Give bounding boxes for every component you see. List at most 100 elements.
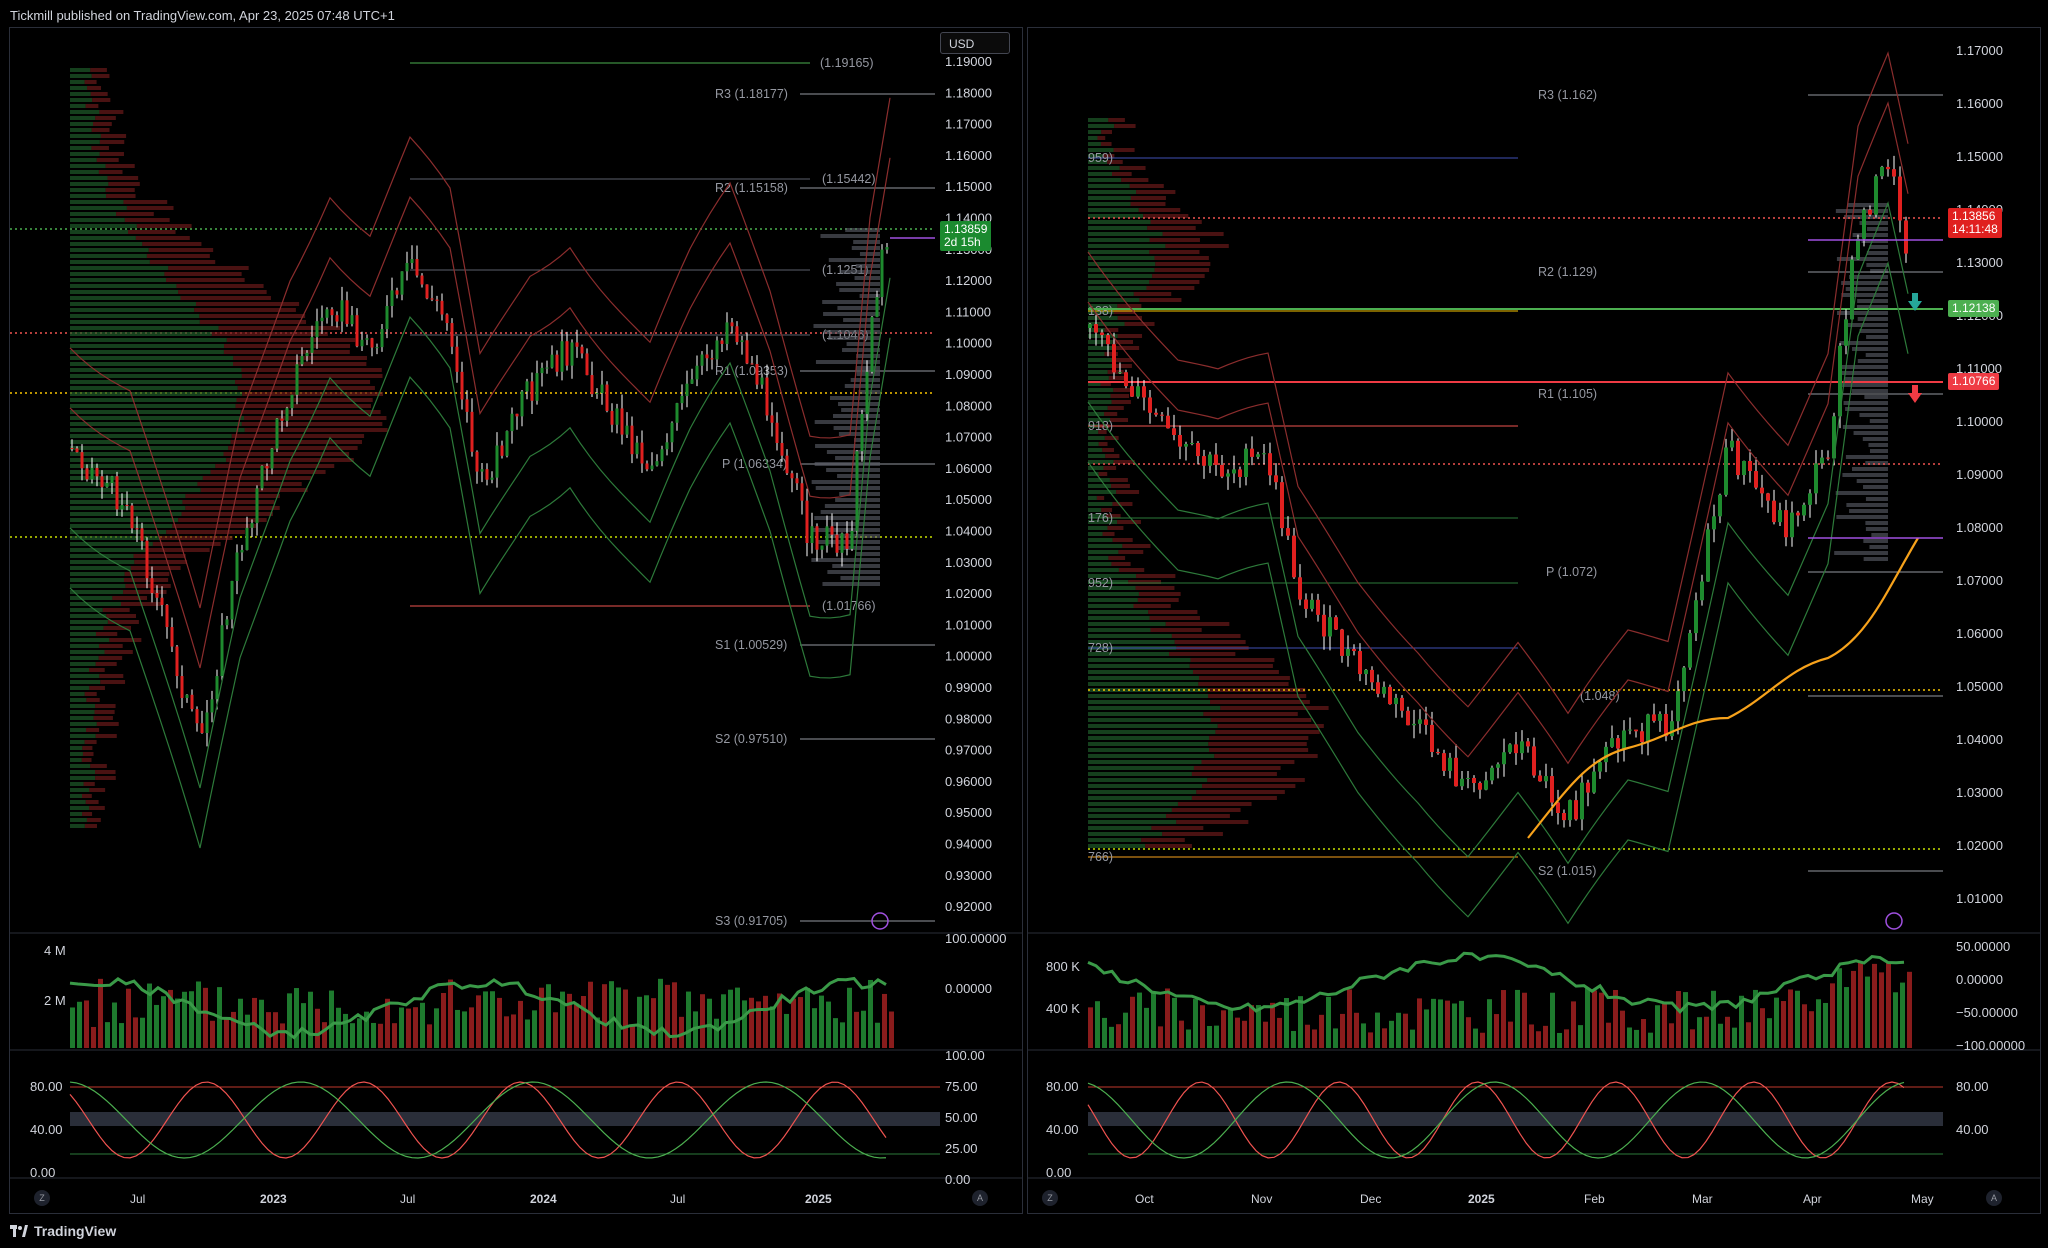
zoom-button[interactable]: Z (1042, 1190, 1058, 1206)
volume-bar (861, 1010, 866, 1048)
volume-bar (497, 997, 502, 1048)
volume-profile-bar (70, 806, 90, 810)
volume-bar (1844, 987, 1849, 1048)
volume-profile-bar (70, 320, 200, 324)
session-profile-bar (824, 504, 880, 508)
candle-body (1184, 444, 1188, 447)
candle-body (1118, 372, 1122, 374)
volume-profile-bar (1088, 196, 1131, 200)
volume-bar (889, 1011, 894, 1048)
volume-profile-bar (135, 236, 190, 240)
candle-body (1508, 744, 1512, 753)
volume-profile-bar (1088, 592, 1139, 596)
right-chart-canvas[interactable]: 1.170001.160001.150001.140001.130001.120… (1028, 28, 2040, 1213)
session-profile-bar (1869, 449, 1888, 453)
volume-bar (1823, 1002, 1828, 1048)
volume-bar (77, 1001, 82, 1048)
volume-profile-bar (1190, 658, 1275, 662)
volume-bar (315, 1008, 320, 1048)
candle-body (235, 552, 239, 581)
volume-bar (231, 1011, 236, 1048)
volume-bar (1893, 992, 1898, 1048)
volume-profile-bar (1088, 376, 1109, 380)
candle-body (140, 528, 144, 541)
volume-profile-bar (91, 74, 110, 78)
volume-profile-bar (70, 674, 100, 678)
volume-bar (1809, 1011, 1814, 1048)
candle-body (1766, 493, 1770, 501)
volume-profile-bar (1177, 802, 1252, 806)
candle-body (1700, 581, 1704, 601)
volume-profile-bar (70, 746, 83, 750)
candle-body (785, 455, 789, 474)
currency-selector[interactable]: USD (940, 32, 1010, 54)
price-axis-label: 0.92000 (945, 899, 992, 914)
price-axis-label: 1.15000 (945, 179, 992, 194)
price-axis-label: 1.07000 (945, 430, 992, 445)
candle-body (370, 338, 374, 348)
candle-body (1154, 412, 1158, 415)
session-profile-bar (813, 324, 880, 328)
session-profile-bar (1834, 551, 1888, 555)
session-profile-bar (823, 312, 880, 316)
volume-bar (1571, 1001, 1576, 1048)
brand[interactable]: TradingView (10, 1223, 116, 1239)
volume-profile-bar (1191, 796, 1277, 800)
volume-profile-bar (70, 710, 95, 714)
volume-profile-bar (148, 248, 214, 252)
volume-profile-bar (1129, 184, 1164, 188)
zoom-button[interactable]: Z (34, 1190, 50, 1206)
candle-body (480, 469, 484, 472)
volume-profile-bar (89, 788, 106, 792)
volume-profile-bar (70, 74, 92, 78)
candle-body (490, 477, 494, 480)
right-chart-panel[interactable]: 1.170001.160001.150001.140001.130001.120… (1027, 27, 2041, 1214)
volume-bar (644, 995, 649, 1048)
candle-body (1526, 741, 1530, 747)
candle-body (1856, 238, 1860, 260)
candle-body (1256, 454, 1260, 457)
auto-scale-button[interactable]: A (1986, 1190, 2002, 1206)
time-axis-label: 2023 (260, 1192, 287, 1206)
volume-profile-bar (1162, 832, 1223, 836)
candle-body (585, 353, 589, 376)
volume-bar (1592, 990, 1597, 1048)
volume-profile-bar (1136, 574, 1176, 578)
session-profile-bar (837, 546, 880, 550)
volume-profile-bar (95, 116, 116, 120)
volume-profile-bar (1149, 250, 1200, 254)
volume-bar (791, 998, 796, 1048)
volume-profile-bar (70, 452, 224, 456)
volume-profile-bar (1166, 814, 1230, 818)
candle-body (865, 371, 869, 415)
left-chart-canvas[interactable]: 1.190001.180001.170001.160001.150001.140… (10, 28, 1022, 1213)
volume-profile-bar (128, 230, 176, 234)
time-axis-label: Dec (1360, 1192, 1381, 1206)
volume-bar (301, 1003, 306, 1048)
volume-profile-bar (1088, 184, 1130, 188)
left-chart-panel[interactable]: 1.19000 1.18000 1.17000 1.16000 1.15000 1.140… (9, 27, 1023, 1214)
volume-profile-bar (1088, 232, 1163, 236)
volume-bar (1228, 1007, 1233, 1048)
volume-profile-bar (244, 428, 388, 432)
volume-profile-bar (95, 734, 117, 738)
session-profile-bar (1869, 419, 1888, 423)
auto-scale-button[interactable]: A (972, 1190, 988, 1206)
candle-body (340, 300, 344, 322)
volume-profile-bar (70, 182, 109, 186)
volume-bar (1627, 1027, 1632, 1048)
candle-body (1370, 669, 1374, 683)
volume-bar (1424, 1009, 1429, 1048)
volume-profile-bar (1088, 628, 1151, 632)
session-profile-bar (1857, 359, 1888, 363)
volume-profile-bar (1088, 220, 1151, 224)
volume-bar (1599, 992, 1604, 1048)
candle-body (1382, 686, 1386, 694)
volume-profile-bar (176, 284, 264, 288)
volume-bar (1522, 992, 1527, 1048)
volume-bar (602, 984, 607, 1048)
oscillator-axis-label: 100.00000 (945, 931, 1006, 946)
volume-profile-bar (235, 380, 371, 384)
candle-body (495, 445, 499, 478)
volume-profile-bar (1193, 766, 1281, 770)
